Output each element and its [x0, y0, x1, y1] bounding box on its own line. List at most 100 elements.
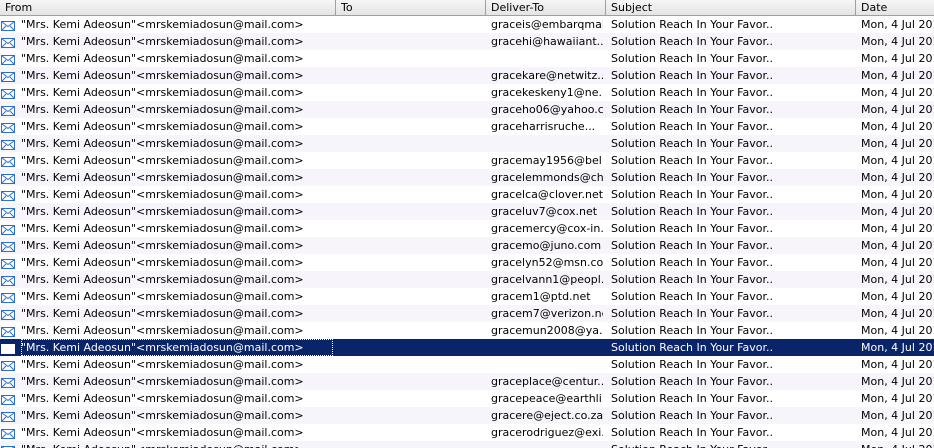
message-row[interactable]: "Mrs. Kemi Adeosun"<mrskemiadosun@mail.c… — [0, 169, 934, 186]
message-subject: Solution Reach In Your Favor.. — [611, 154, 773, 167]
message-subject: Solution Reach In Your Favor.. — [611, 120, 773, 133]
message-to — [342, 339, 482, 356]
message-to — [342, 16, 482, 33]
message-subject: Solution Reach In Your Favor.. — [611, 18, 773, 31]
message-row[interactable]: "Mrs. Kemi Adeosun"<mrskemiadosun@mail.c… — [0, 390, 934, 407]
message-deliver-to: gracelca@clover.net — [491, 188, 603, 201]
message-subject: Solution Reach In Your Favor.. — [611, 222, 773, 235]
message-from: "Mrs. Kemi Adeosun"<mrskemiadosun@mail.c… — [21, 426, 304, 439]
message-subject: Solution Reach In Your Favor.. — [611, 86, 773, 99]
message-row[interactable]: "Mrs. Kemi Adeosun"<mrskemiadosun@mail.c… — [0, 152, 934, 169]
message-subject: Solution Reach In Your Favor.. — [611, 307, 773, 320]
message-row[interactable]: "Mrs. Kemi Adeosun"<mrskemiadosun@mail.c… — [0, 186, 934, 203]
message-from: "Mrs. Kemi Adeosun"<mrskemiadosun@mail.c… — [21, 137, 304, 150]
message-to — [342, 356, 482, 373]
message-from: "Mrs. Kemi Adeosun"<mrskemiadosun@mail.c… — [21, 290, 304, 303]
message-subject: Solution Reach In Your Favor.. — [611, 52, 773, 65]
message-list[interactable]: "Mrs. Kemi Adeosun"<mrskemiadosun@mail.c… — [0, 16, 934, 448]
message-row[interactable]: "Mrs. Kemi Adeosun"<mrskemiadosun@mail.c… — [0, 305, 934, 322]
message-deliver-to: graceplace@centur... — [491, 375, 603, 388]
message-row[interactable]: "Mrs. Kemi Adeosun"<mrskemiadosun@mail.c… — [0, 16, 934, 33]
column-header-date[interactable]: Date — [856, 0, 934, 15]
envelope-icon — [1, 223, 15, 235]
message-row[interactable]: "Mrs. Kemi Adeosun"<mrskemiadosun@mail.c… — [0, 84, 934, 101]
message-date: Mon, 4 Jul 2016 — [861, 290, 934, 303]
message-date: Mon, 4 Jul 2016 — [861, 154, 934, 167]
message-deliver-to: graceis@embarqmai... — [491, 18, 603, 31]
column-header-subject[interactable]: Subject — [606, 0, 856, 15]
message-deliver-to — [491, 441, 603, 448]
message-row[interactable]: "Mrs. Kemi Adeosun"<mrskemiadosun@mail.c… — [0, 441, 934, 448]
envelope-icon — [1, 376, 15, 388]
envelope-icon — [1, 359, 15, 371]
message-deliver-to: gracemun2008@ya... — [491, 324, 603, 337]
message-subject: Solution Reach In Your Favor.. — [611, 69, 773, 82]
message-row[interactable]: "Mrs. Kemi Adeosun"<mrskemiadosun@mail.c… — [0, 237, 934, 254]
message-row[interactable]: "Mrs. Kemi Adeosun"<mrskemiadosun@mail.c… — [0, 67, 934, 84]
message-date: Mon, 4 Jul 2016 — [861, 86, 934, 99]
message-row[interactable]: "Mrs. Kemi Adeosun"<mrskemiadosun@mail.c… — [0, 254, 934, 271]
message-row[interactable]: "Mrs. Kemi Adeosun"<mrskemiadosun@mail.c… — [0, 356, 934, 373]
column-header-deliver-to[interactable]: Deliver-To — [486, 0, 606, 15]
message-to — [342, 254, 482, 271]
message-deliver-to: gracemercy@cox-in... — [491, 222, 603, 235]
message-subject: Solution Reach In Your Favor.. — [611, 239, 773, 252]
message-to — [342, 390, 482, 407]
message-deliver-to: gracelyn52@msn.com — [491, 256, 603, 269]
message-date: Mon, 4 Jul 2016 — [861, 273, 934, 286]
message-row[interactable]: "Mrs. Kemi Adeosun"<mrskemiadosun@mail.c… — [0, 101, 934, 118]
message-subject: Solution Reach In Your Favor.. — [611, 341, 773, 354]
message-from: "Mrs. Kemi Adeosun"<mrskemiadosun@mail.c… — [21, 256, 304, 269]
column-header-from[interactable]: From — [0, 0, 336, 15]
column-header-to[interactable]: To — [336, 0, 486, 15]
message-deliver-to: gracerodriguez@exi... — [491, 426, 603, 439]
message-deliver-to: graceluv7@cox.net — [491, 205, 598, 218]
message-to — [342, 441, 482, 448]
message-from: "Mrs. Kemi Adeosun"<mrskemiadosun@mail.c… — [21, 205, 304, 218]
message-date: Mon, 4 Jul 2016 — [861, 137, 934, 150]
message-to — [342, 288, 482, 305]
message-from: "Mrs. Kemi Adeosun"<mrskemiadosun@mail.c… — [21, 339, 333, 356]
message-row[interactable]: "Mrs. Kemi Adeosun"<mrskemiadosun@mail.c… — [0, 203, 934, 220]
message-row[interactable]: "Mrs. Kemi Adeosun"<mrskemiadosun@mail.c… — [0, 322, 934, 339]
message-deliver-to: gracehi@hawaiiant... — [491, 35, 603, 48]
message-date: Mon, 4 Jul 2016 — [861, 375, 934, 388]
message-row[interactable]: "Mrs. Kemi Adeosun"<mrskemiadosun@mail.c… — [0, 220, 934, 237]
message-to — [342, 322, 482, 339]
message-date: Mon, 4 Jul 2016 — [861, 307, 934, 320]
message-to — [342, 101, 482, 118]
message-row[interactable]: "Mrs. Kemi Adeosun"<mrskemiadosun@mail.c… — [0, 271, 934, 288]
message-from: "Mrs. Kemi Adeosun"<mrskemiadosun@mail.c… — [21, 188, 304, 201]
message-date: Mon, 4 Jul 2016 — [861, 256, 934, 269]
message-to — [342, 33, 482, 50]
envelope-icon — [1, 325, 15, 337]
message-row[interactable]: "Mrs. Kemi Adeosun"<mrskemiadosun@mail.c… — [0, 373, 934, 390]
envelope-icon — [1, 189, 15, 201]
message-row[interactable]: "Mrs. Kemi Adeosun"<mrskemiadosun@mail.c… — [0, 135, 934, 152]
envelope-icon — [1, 36, 15, 48]
message-from: "Mrs. Kemi Adeosun"<mrskemiadosun@mail.c… — [21, 52, 304, 65]
envelope-icon — [1, 444, 15, 448]
message-subject: Solution Reach In Your Favor.. — [611, 35, 773, 48]
message-row[interactable]: "Mrs. Kemi Adeosun"<mrskemiadosun@mail.c… — [0, 118, 934, 135]
message-to — [342, 152, 482, 169]
message-row[interactable]: "Mrs. Kemi Adeosun"<mrskemiadosun@mail.c… — [0, 339, 934, 356]
message-from: "Mrs. Kemi Adeosun"<mrskemiadosun@mail.c… — [21, 18, 304, 31]
message-date: Mon, 4 Jul 2016 — [861, 409, 934, 422]
message-row[interactable]: "Mrs. Kemi Adeosun"<mrskemiadosun@mail.c… — [0, 424, 934, 441]
message-deliver-to: gracem7@verizon.net — [491, 307, 603, 320]
message-row[interactable]: "Mrs. Kemi Adeosun"<mrskemiadosun@mail.c… — [0, 407, 934, 424]
message-row[interactable]: "Mrs. Kemi Adeosun"<mrskemiadosun@mail.c… — [0, 33, 934, 50]
message-to — [342, 169, 482, 186]
message-from: "Mrs. Kemi Adeosun"<mrskemiadosun@mail.c… — [21, 103, 304, 116]
message-date: Mon, 4 Jul 2016 — [861, 239, 934, 252]
message-row[interactable]: "Mrs. Kemi Adeosun"<mrskemiadosun@mail.c… — [0, 288, 934, 305]
message-subject: Solution Reach In Your Favor.. — [611, 392, 773, 405]
message-from: "Mrs. Kemi Adeosun"<mrskemiadosun@mail.c… — [21, 441, 333, 448]
message-date: Mon, 4 Jul 2016 — [861, 358, 934, 371]
message-row[interactable]: "Mrs. Kemi Adeosun"<mrskemiadosun@mail.c… — [0, 50, 934, 67]
message-to — [342, 67, 482, 84]
envelope-icon — [1, 240, 15, 252]
envelope-icon — [1, 172, 15, 184]
message-subject: Solution Reach In Your Favor.. — [611, 188, 773, 201]
